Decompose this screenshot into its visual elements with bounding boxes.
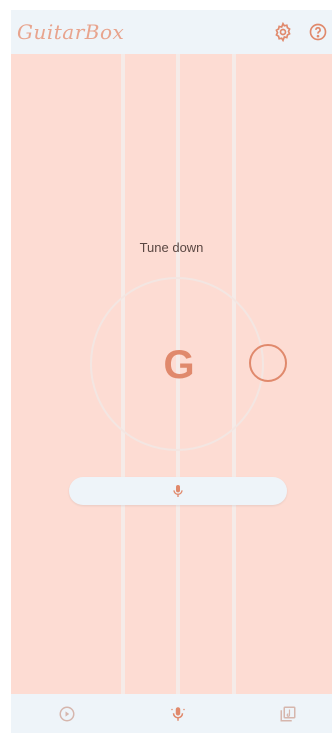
help-circle-icon[interactable]: [308, 22, 328, 42]
microphone-icon: [171, 707, 185, 721]
nav-play[interactable]: [58, 705, 76, 723]
music-library-icon: [280, 706, 296, 722]
microphone-button[interactable]: [69, 477, 287, 505]
app-logo: GuitarBox: [17, 20, 125, 44]
bottom-navigation: [11, 694, 332, 733]
pitch-indicator: [249, 344, 287, 382]
gear-icon[interactable]: [273, 21, 293, 43]
tuner-screen: GuitarBox Tune down G: [11, 10, 332, 733]
microphone-icon: [173, 485, 183, 497]
nav-tuner[interactable]: [169, 705, 187, 723]
tuning-hint: Tune down: [139, 240, 204, 255]
nav-library[interactable]: [279, 705, 297, 723]
top-bar: GuitarBox: [11, 10, 332, 54]
play-circle-icon: [59, 706, 75, 722]
